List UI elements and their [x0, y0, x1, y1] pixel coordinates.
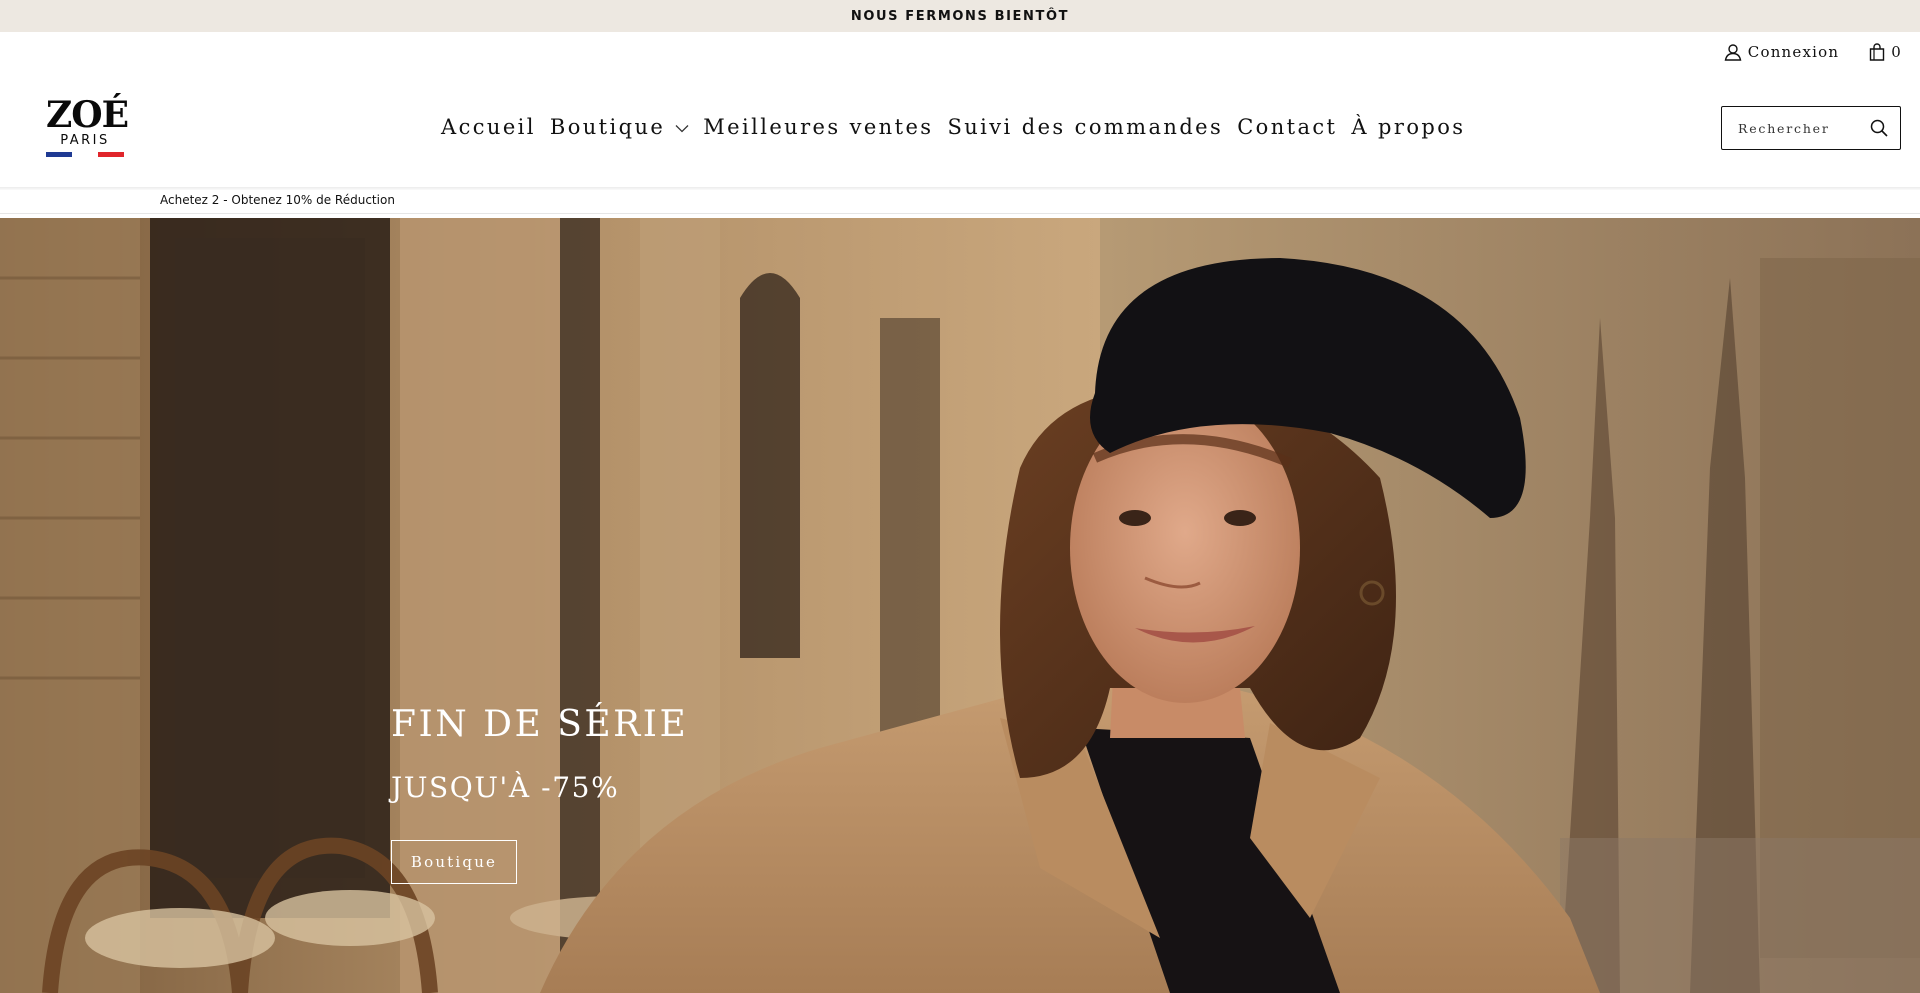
hero-image	[0, 218, 1920, 993]
announcement-text: NOUS FERMONS BIENTÔT	[850, 8, 1070, 24]
nav-label: Suivi des commandes	[947, 115, 1224, 139]
login-link[interactable]: Connexion	[1724, 43, 1839, 61]
brand-name: ZOÉ	[46, 94, 129, 136]
flag-white	[72, 152, 98, 157]
nav-label: Meilleures ventes	[703, 115, 934, 139]
cart-count: 0	[1891, 43, 1902, 61]
hero-subtitle: JUSQU'À -75%	[391, 771, 620, 804]
nav-label: Contact	[1237, 115, 1338, 139]
search-icon[interactable]	[1870, 119, 1888, 137]
flag-red	[98, 152, 124, 157]
promo-divider	[0, 213, 1920, 214]
flag-blue	[46, 152, 72, 157]
nav-label: Boutique	[549, 115, 666, 139]
nav-label: À propos	[1351, 115, 1466, 139]
brand-subtitle: PARIS	[60, 133, 110, 148]
shopping-bag-icon	[1870, 43, 1885, 61]
hero-banner[interactable]: FIN DE SÉRIE JUSQU'À -75% Boutique	[0, 218, 1920, 993]
chevron-down-icon	[675, 124, 689, 132]
hero-shop-button[interactable]: Boutique	[391, 840, 517, 884]
announcement-bar: NOUS FERMONS BIENTÔT	[0, 0, 1920, 32]
nav-item-meilleures-ventes[interactable]: Meilleures ventes	[703, 115, 933, 139]
utility-links: Connexion 0	[1724, 40, 1902, 64]
search-box	[1721, 106, 1901, 150]
cart-link[interactable]: 0	[1869, 43, 1902, 61]
promo-message[interactable]: Achetez 2 - Obtenez 10% de Réduction	[160, 193, 395, 209]
brand-logo[interactable]: ZOÉ PARIS	[46, 94, 129, 160]
nav-item-boutique[interactable]: Boutique	[550, 115, 689, 139]
nav-label: Accueil	[441, 115, 536, 139]
login-label: Connexion	[1747, 43, 1840, 61]
french-flag-stripe	[46, 152, 124, 157]
header-divider	[0, 187, 1920, 190]
main-navigation: Accueil Boutique Meilleures ventes Suivi…	[441, 112, 1465, 142]
hero-title: FIN DE SÉRIE	[391, 704, 689, 745]
search-input[interactable]	[1738, 120, 1856, 136]
nav-item-suivi-commandes[interactable]: Suivi des commandes	[947, 115, 1223, 139]
nav-item-contact[interactable]: Contact	[1237, 115, 1337, 139]
nav-item-accueil[interactable]: Accueil	[441, 115, 536, 139]
user-icon	[1724, 44, 1742, 61]
nav-item-a-propos[interactable]: À propos	[1351, 115, 1465, 139]
